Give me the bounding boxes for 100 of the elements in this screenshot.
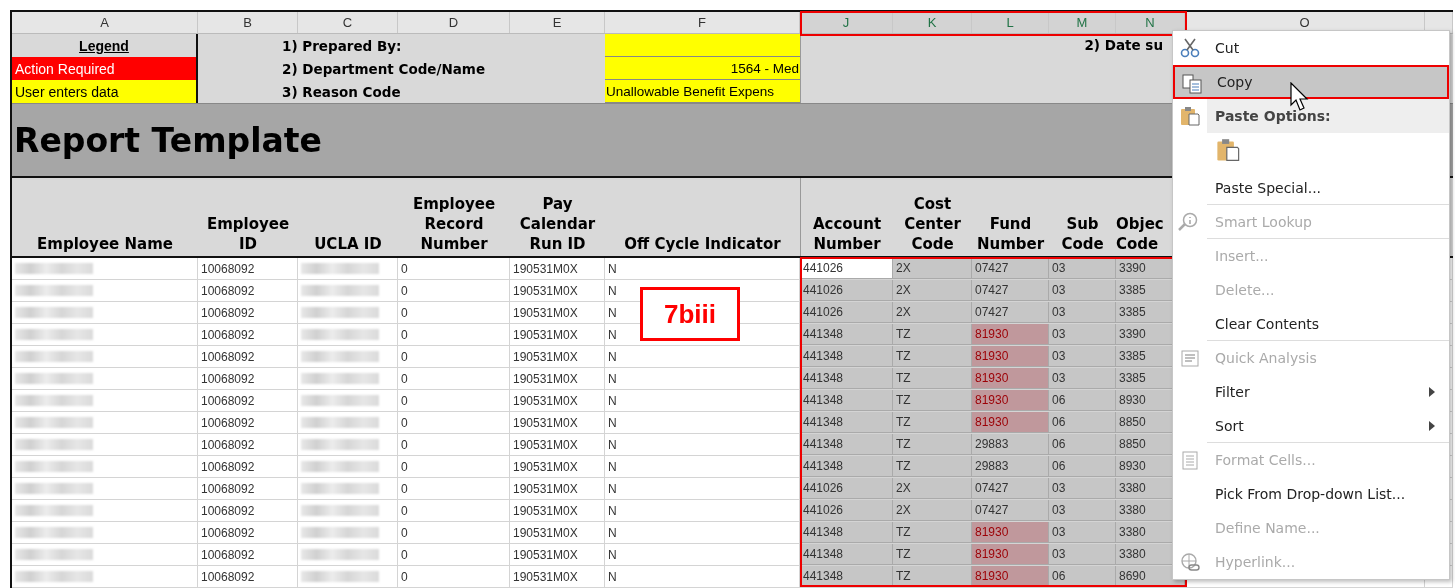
table-cell: N [605, 346, 800, 367]
table-cell: TZ [893, 544, 972, 565]
menu-item[interactable]: Clear Contents [1207, 307, 1449, 341]
table-cell: 10068092 [198, 390, 298, 411]
table-cell: 10068092 [198, 324, 298, 345]
table-cell: 2X [893, 478, 972, 499]
table-cell: N [605, 390, 800, 411]
table-cell: 441348 [800, 412, 893, 433]
table-cell: 10068092 [198, 412, 298, 433]
table-cell: TZ [893, 412, 972, 433]
table-cell: 190531M0X [510, 434, 605, 455]
table-cell: 07427 [972, 258, 1049, 279]
table-cell: 190531M0X [510, 544, 605, 565]
magnifier-icon [1177, 212, 1199, 232]
input-field[interactable] [605, 34, 800, 57]
table-cell: 441348 [800, 522, 893, 543]
table-cell: 10068092 [198, 280, 298, 301]
column-header[interactable]: L [972, 12, 1049, 33]
table-cell: 0 [398, 324, 510, 345]
table-cell: 06 [1049, 412, 1116, 433]
field-label: 1) Prepared By: [281, 36, 403, 56]
table-cell: 0 [398, 544, 510, 565]
table-cell: 441348 [800, 544, 893, 565]
document-icon [1179, 450, 1201, 470]
table-cell: N [605, 500, 800, 521]
column-heading: Off Cycle Indicator [623, 234, 782, 255]
table-cell: 2X [893, 258, 972, 279]
table-cell: 81930 [972, 412, 1049, 433]
column-header[interactable]: E [510, 12, 605, 33]
column-header[interactable]: D [398, 12, 510, 33]
table-cell: 81930 [972, 544, 1049, 565]
table-cell: 0 [398, 258, 510, 279]
table-cell: 03 [1049, 302, 1116, 323]
table-cell: 190531M0X [510, 478, 605, 499]
table-cell: N [605, 522, 800, 543]
table-cell: 190531M0X [510, 522, 605, 543]
table-cell: 07427 [972, 302, 1049, 323]
input-field[interactable]: Unallowable Benefit Expens [605, 80, 800, 103]
table-cell: 441026 [800, 500, 893, 521]
table-cell: 0 [398, 456, 510, 477]
table-cell: N [605, 258, 800, 279]
menu-item[interactable]: Sort [1207, 409, 1449, 443]
table-cell: 81930 [972, 346, 1049, 367]
table-cell: 10068092 [198, 522, 298, 543]
menu-item[interactable]: Copy [1173, 65, 1449, 99]
table-cell: 190531M0X [510, 324, 605, 345]
table-cell: TZ [893, 566, 972, 587]
column-heading: Sub Code [1060, 214, 1105, 255]
table-cell: N [605, 368, 800, 389]
column-heading: Account Number [800, 178, 893, 256]
table-cell: 190531M0X [510, 280, 605, 301]
table-cell: 29883 [972, 456, 1049, 477]
column-header[interactable]: M [1049, 12, 1116, 33]
table-cell: 0 [398, 390, 510, 411]
column-header[interactable]: F [605, 12, 800, 33]
table-cell: 81930 [972, 368, 1049, 389]
table-cell: 03 [1049, 346, 1116, 367]
table-cell: 190531M0X [510, 456, 605, 477]
list-icon [1179, 348, 1201, 368]
table-cell: N [605, 412, 800, 433]
scissors-icon [1179, 38, 1201, 58]
legend-item: User enters data [12, 80, 198, 103]
column-header[interactable]: A [12, 12, 198, 33]
table-cell: 0 [398, 522, 510, 543]
table-cell: 190531M0X [510, 258, 605, 279]
table-cell: 10068092 [198, 456, 298, 477]
input-field[interactable]: 1564 - Med [605, 57, 800, 80]
table-cell: N [605, 478, 800, 499]
table-cell: 0 [398, 302, 510, 323]
column-heading: Objec Code [1116, 214, 1165, 255]
table-cell: 07427 [972, 280, 1049, 301]
column-header[interactable]: K [893, 12, 972, 33]
field-label: 2) Department Code/Name [281, 59, 487, 79]
table-cell: 03 [1049, 280, 1116, 301]
table-cell: 81930 [972, 324, 1049, 345]
table-cell: 81930 [972, 522, 1049, 543]
table-cell: 190531M0X [510, 390, 605, 411]
table-cell: 0 [398, 280, 510, 301]
table-cell: TZ [893, 368, 972, 389]
legend-item: Action Required [12, 57, 198, 80]
table-cell: 10068092 [198, 566, 298, 587]
table-cell: 10068092 [198, 346, 298, 367]
table-cell: 441348 [800, 434, 893, 455]
table-cell: 441348 [800, 456, 893, 477]
table-cell: 2X [893, 500, 972, 521]
table-cell: 10068092 [198, 544, 298, 565]
table-cell: N [605, 566, 800, 587]
table-cell: 0 [398, 368, 510, 389]
menu-item[interactable]: Paste Special... [1207, 171, 1449, 205]
column-header[interactable]: B [198, 12, 298, 33]
table-cell: TZ [893, 522, 972, 543]
table-cell: 0 [398, 434, 510, 455]
copy-icon [1181, 74, 1203, 94]
table-cell: 190531M0X [510, 302, 605, 323]
table-cell: TZ [893, 390, 972, 411]
table-cell: 10068092 [198, 258, 298, 279]
table-cell: 441348 [800, 390, 893, 411]
table-cell: 441348 [800, 368, 893, 389]
column-header[interactable]: C [298, 12, 398, 33]
field-label: 3) Reason Code [281, 82, 402, 102]
